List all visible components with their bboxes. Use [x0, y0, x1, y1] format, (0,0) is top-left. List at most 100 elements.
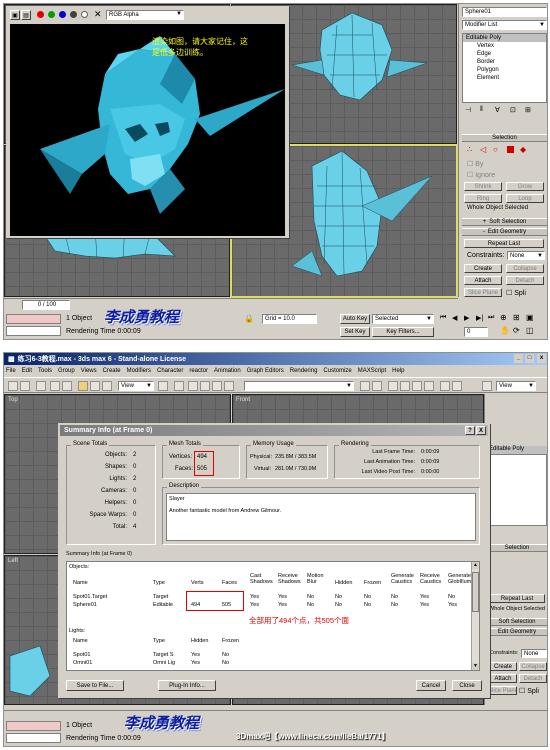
render-type-select[interactable]: View ▼: [496, 381, 536, 391]
align-icon[interactable]: [372, 381, 382, 391]
angle-snap-icon[interactable]: [200, 381, 210, 391]
configure-sets-icon[interactable]: ⊞: [525, 106, 531, 114]
detach-button[interactable]: Detach: [506, 276, 544, 285]
active-shade-icon[interactable]: [482, 381, 492, 391]
menu-file[interactable]: File: [6, 368, 16, 374]
attach-bottom-button[interactable]: Attach: [489, 674, 517, 683]
alpha-channel-icon[interactable]: [70, 11, 77, 18]
next-frame-icon[interactable]: ▶|: [476, 314, 483, 322]
maxscript-listener-pink[interactable]: [6, 314, 61, 324]
key-filters-button[interactable]: Key Filters...: [372, 327, 434, 337]
menu-maxscript[interactable]: MAXScript: [358, 368, 386, 374]
vertex-mode-icon[interactable]: ∴: [467, 145, 472, 154]
material-editor-icon[interactable]: [424, 381, 434, 391]
modifier-stack[interactable]: Editable Poly Vertex Edge Border Polygon…: [462, 33, 547, 103]
play-icon[interactable]: ▶: [464, 314, 469, 322]
ring-button[interactable]: Ring: [464, 194, 502, 203]
plugin-info-button[interactable]: Plug-In Info...: [158, 680, 216, 691]
green-channel-icon[interactable]: [48, 11, 55, 18]
zoom-all-icon[interactable]: ⊞: [513, 313, 520, 322]
scroll-up-icon[interactable]: ▲: [472, 562, 479, 569]
zoom-icon[interactable]: ⊕: [500, 313, 507, 322]
prev-frame-icon[interactable]: ◀: [452, 314, 457, 322]
redo-icon[interactable]: [20, 381, 30, 391]
goto-start-icon[interactable]: ⏮: [440, 314, 446, 322]
split-bottom-checkbox[interactable]: ☐ Spli: [519, 687, 539, 695]
ignore-backfacing-checkbox[interactable]: ☐ Ignore: [467, 171, 495, 179]
select-link-icon[interactable]: [36, 381, 46, 391]
spinner-snap-icon[interactable]: [224, 381, 234, 391]
modifier-list-select[interactable]: Modifier List ▼: [462, 20, 547, 30]
frame-counter[interactable]: 0 / 100: [22, 300, 70, 310]
pin-stack-icon[interactable]: ⊣: [465, 106, 471, 114]
current-frame-field[interactable]: 0: [464, 327, 488, 337]
object-name-field[interactable]: Sphere01: [462, 7, 547, 17]
slice-plane-bottom-button[interactable]: Slice Plane: [489, 686, 517, 695]
menu-help[interactable]: Help: [392, 368, 404, 374]
edit-geometry-rollout[interactable]: - Edit Geometry: [462, 228, 547, 236]
dialog-close-x-button[interactable]: X: [476, 426, 486, 435]
selection-rollout-bottom[interactable]: Selection: [487, 544, 547, 552]
curve-editor-icon[interactable]: [400, 381, 410, 391]
rotate-icon[interactable]: [90, 381, 100, 391]
menu-rendering[interactable]: Rendering: [290, 368, 318, 374]
by-vertex-checkbox[interactable]: ☐ By: [467, 160, 483, 168]
menu-animation[interactable]: Animation: [214, 368, 241, 374]
selection-rollout[interactable]: Selection: [462, 134, 547, 142]
cancel-button[interactable]: Cancel: [416, 680, 446, 691]
menu-create[interactable]: Create: [103, 368, 121, 374]
menu-tools[interactable]: Tools: [38, 368, 52, 374]
collapse-bottom-button[interactable]: Collapse: [519, 662, 547, 671]
render-frame-window[interactable]: ▣ ▤ ✕ RGB Alpha ▼ 渲染如图，请大家记住，这 是低多边训练。: [6, 6, 289, 238]
named-selection-select[interactable]: ▼: [244, 381, 354, 391]
stack-item-polygon[interactable]: Polygon: [463, 66, 546, 74]
summary-list[interactable]: Objects: Name Type Verts Faces Cast Shad…: [66, 561, 480, 671]
set-key-button[interactable]: Set Key: [340, 327, 370, 337]
select-object-icon[interactable]: [50, 381, 60, 391]
percent-snap-icon[interactable]: [212, 381, 222, 391]
create-bottom-button[interactable]: Create: [489, 662, 517, 671]
menu-group[interactable]: Group: [58, 368, 75, 374]
save-render-icon[interactable]: ▣: [10, 10, 20, 20]
stack-item-edge[interactable]: Edge: [463, 50, 546, 58]
select-region-icon[interactable]: [62, 381, 72, 391]
stack-item-vertex[interactable]: Vertex: [463, 42, 546, 50]
undo-icon[interactable]: [8, 381, 18, 391]
maximize-viewport-icon[interactable]: ◫: [526, 326, 534, 335]
table-row[interactable]: Sphere01 Editable 494 505 Yes Yes No No …: [67, 602, 472, 610]
snap-3d-icon[interactable]: [188, 381, 198, 391]
clone-render-icon[interactable]: ▤: [21, 10, 31, 20]
auto-key-button[interactable]: Auto Key: [340, 314, 370, 324]
table-row[interactable]: Spot01.Target Target Yes Yes No No No No…: [67, 594, 472, 602]
constraints-select[interactable]: None ▼: [507, 251, 545, 260]
bottom-listener-white[interactable]: [6, 733, 61, 743]
bottom-listener-pink[interactable]: [6, 721, 61, 731]
make-unique-icon[interactable]: ∀: [495, 106, 500, 114]
dialog-help-button[interactable]: ?: [465, 426, 475, 435]
edit-geometry-bottom[interactable]: Edit Geometry: [487, 628, 547, 636]
window-minimize-icon[interactable]: _: [514, 354, 523, 363]
grow-button[interactable]: Grow: [506, 182, 544, 191]
create-button[interactable]: Create: [464, 264, 502, 273]
menu-views[interactable]: Views: [81, 368, 97, 374]
menu-graph-editors[interactable]: Graph Editors: [247, 368, 284, 374]
edge-mode-icon[interactable]: ◁: [480, 145, 486, 154]
selected-select[interactable]: Selected ▼: [372, 314, 434, 324]
repeat-last-bottom-button[interactable]: Repeat Last: [489, 594, 545, 603]
pan-icon[interactable]: ✋: [500, 326, 510, 335]
constraints-bottom-select[interactable]: None: [521, 649, 547, 658]
stack-item-editable-poly-bottom[interactable]: Editable Poly: [487, 446, 547, 454]
window-close-icon[interactable]: x: [537, 354, 546, 363]
soft-selection-rollout[interactable]: + Soft Selection: [462, 218, 547, 226]
layer-manager-icon[interactable]: [388, 381, 398, 391]
select-manipulate-icon[interactable]: [174, 381, 184, 391]
clear-icon[interactable]: ✕: [94, 9, 102, 20]
pivot-icon[interactable]: [158, 381, 168, 391]
soft-selection-bottom[interactable]: Soft Selection: [487, 618, 547, 626]
zoom-extents-icon[interactable]: ▣: [526, 313, 534, 322]
close-button[interactable]: Close: [452, 680, 482, 691]
table-row[interactable]: Omni01 Omni Lig Yes No: [67, 660, 317, 668]
blue-channel-icon[interactable]: [59, 11, 66, 18]
mirror-icon[interactable]: [360, 381, 370, 391]
reference-coord-select[interactable]: View ▼: [118, 381, 154, 391]
